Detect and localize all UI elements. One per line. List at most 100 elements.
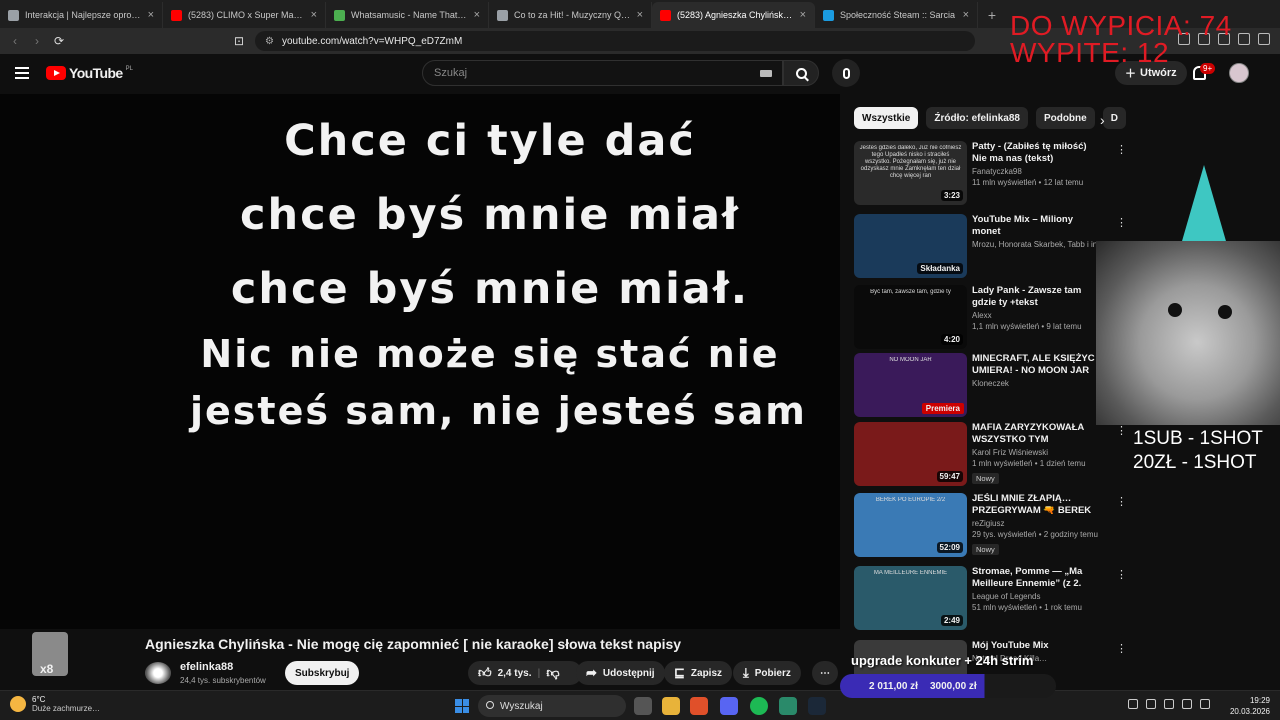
thumbnail-text: BEREK PO EUROPIE 2/2 [875,497,946,503]
search-input[interactable]: Szukaj [422,60,783,86]
chip-all[interactable]: Wszystkie [854,107,919,129]
clock[interactable]: 19:29 20.03.2026 [1230,695,1270,717]
address-bar[interactable]: ⚙ youtube.com/watch?v=WHPQ_eD7ZmM [255,31,975,51]
brave-browser-icon[interactable] [690,697,708,715]
windows-taskbar: 6°C Duże zachmurze… Wyszukaj 19:29 20.03… [0,690,1280,720]
save-button[interactable]: ⊑ Zapisz [664,661,733,685]
browser-tab[interactable]: Interakcja | Najlepsze oprogramowa… × [0,2,163,28]
recommendation-meta: JEŚLI MNIE ZŁAPIĄ… PRZEGRYWAM 🔫 BEREK PO… [972,493,1102,557]
browser-tab[interactable]: Co to za Hit! - Muzyczny Quiz Hip-H… × [489,2,652,28]
more-vertical-icon[interactable]: ⋮ [1116,216,1127,229]
bookmark-icon[interactable]: ⊡ [228,34,250,48]
chip-more[interactable]: D [1102,107,1126,129]
like-count[interactable]: 2,4 tys. [498,668,532,679]
hamburger-menu-icon[interactable] [15,67,29,79]
back-button[interactable]: ‹ [4,34,26,48]
share-button[interactable]: ➦ Udostępnij [576,661,665,685]
recommendation-thumbnail[interactable]: Być tam, zawsze tam, gdzie ty 4:20 [854,285,967,349]
recommendation-meta: MINECRAFT, ALE KSIĘŻYC UMIERA! - NO MOON… [972,353,1102,388]
rules-line-2: 20ZŁ - 1SHOT [1133,452,1257,473]
lyric-line: jesteś sam, nie jesteś sam [190,389,807,433]
recommendation-item[interactable]: Być tam, zawsze tam, gdzie ty 4:20 Lady Pa… [854,285,1127,349]
more-vertical-icon[interactable]: ⋮ [1116,642,1127,655]
filter-chips: Wszystkie Źródło: efelinka88 Podobne D [854,107,1126,129]
recommendation-item[interactable]: 59:47 MAFIA ZARYZYKOWAŁA WSZYSTKO TYM KŁA… [854,422,1127,486]
duration-badge: 52:09 [936,542,963,553]
recommendation-item[interactable]: Jesteś gdzieś daleko, Już nie cofniesz t… [854,141,1127,205]
subscribe-button[interactable]: Subskrybuj [285,661,360,685]
save-label: Zapisz [690,667,723,679]
youtube-logo[interactable]: YouTube PL [46,65,133,81]
recommendation-meta: MAFIA ZARYZYKOWAŁA WSZYSTKO TYM KŁAMSTWE… [972,422,1102,486]
clock-time: 19:29 [1249,696,1270,705]
tray-chevron-icon[interactable] [1128,699,1138,709]
recommendation-item[interactable]: Składanka YouTube Mix – Miliony monet Mroz… [854,214,1127,278]
account-avatar[interactable] [1229,63,1249,83]
close-tab-icon[interactable]: × [963,9,969,21]
recommendation-channel: League of Legends [972,592,1041,601]
wifi-icon[interactable] [1182,699,1192,709]
more-vertical-icon[interactable]: ⋮ [1116,143,1127,156]
thumbnail-text: NO MOON JAR [889,357,932,363]
app-icon[interactable] [779,697,797,715]
thumbnail-text: Jesteś gdzieś daleko, Już nie cofniesz t… [859,145,962,179]
recommendation-thumbnail[interactable]: NO MOON JAR Premiera [854,353,967,417]
browser-tab[interactable]: (5283) Agnieszka Chylińska - … × [652,2,815,28]
recommendation-thumbnail[interactable]: MA MEILLEURE ENNEMIE 2:49 [854,566,967,630]
browser-tab[interactable]: (5283) CLIMO x Super Mario - 67 (Or… × [163,2,326,28]
spotify-icon[interactable] [750,697,768,715]
recommendation-item[interactable]: BEREK PO EUROPIE 2/2 52:09 JEŚLI MNIE ZŁAP… [854,493,1127,557]
close-tab-icon[interactable]: × [311,9,317,21]
recommendation-thumbnail[interactable]: Jesteś gdzieś daleko, Już nie cofniesz t… [854,141,967,205]
voice-search-button[interactable] [832,59,860,87]
file-explorer-icon[interactable] [662,697,680,715]
recommendation-title: Stromae, Pomme — „Ma Meilleure Ennemie” … [972,566,1083,589]
site-info-icon[interactable]: ⚙ [265,36,274,47]
recommendation-title: JEŚLI MNIE ZŁAPIĄ… PRZEGRYWAM 🔫 BEREK PO… [972,493,1092,516]
forward-button[interactable]: › [26,34,48,48]
volume-icon[interactable] [1200,699,1210,709]
search-button[interactable] [783,60,819,86]
dislike-icon[interactable]: 👎︎ [546,665,559,681]
recommendation-item[interactable]: MA MEILLEURE ENNEMIE 2:49 Stromae, Pomme —… [854,566,1127,630]
duration-badge: 2:49 [940,615,963,626]
network-icon[interactable] [1146,699,1156,709]
like-icon[interactable]: 👍︎ [478,665,492,681]
task-view-icon[interactable] [634,697,652,715]
browser-tab[interactable]: Społeczność Steam :: Sarcia × [815,2,978,28]
steam-icon[interactable] [808,697,826,715]
lyric-line: chce byś mnie miał [240,190,740,240]
download-button[interactable]: ⤓ Pobierz [733,661,801,685]
menu-icon[interactable] [1258,33,1270,45]
close-tab-icon[interactable]: × [474,9,480,21]
taskbar-search[interactable]: Wyszukaj [478,695,626,717]
close-tab-icon[interactable]: × [800,9,806,21]
close-tab-icon[interactable]: × [637,9,643,21]
microphone-tray-icon[interactable] [1164,699,1174,709]
recommendation-thumbnail[interactable]: BEREK PO EUROPIE 2/2 52:09 [854,493,967,557]
more-vertical-icon[interactable]: ⋮ [1116,424,1127,437]
more-vertical-icon[interactable]: ⋮ [1116,568,1127,581]
weather-widget[interactable]: 6°C Duże zachmurze… [10,695,100,713]
chip-source[interactable]: Źródło: efelinka88 [926,107,1028,129]
recommendation-thumbnail[interactable]: 59:47 [854,422,967,486]
discord-icon[interactable] [720,697,738,715]
reload-button[interactable]: ⟳ [48,34,70,48]
tab-title: Społeczność Steam :: Sarcia [840,10,956,20]
tab-favicon-icon [660,9,671,21]
channel-name[interactable]: efelinka88 [180,661,233,673]
keyboard-icon[interactable] [760,70,772,77]
close-tab-icon[interactable]: × [148,9,154,21]
like-dislike-group: 👍︎ 2,4 tys. | 👎︎ [468,661,582,685]
chevron-right-icon[interactable]: › [1100,112,1105,128]
more-vertical-icon[interactable]: ⋮ [1116,495,1127,508]
chip-similar[interactable]: Podobne [1035,107,1095,129]
start-button[interactable] [455,699,469,713]
extension-icon[interactable] [1238,33,1250,45]
browser-tab[interactable]: Whatsamusic - Name That Tune, Gue… × [326,2,489,28]
channel-avatar[interactable] [145,662,171,684]
more-actions-button[interactable]: ⋯ [812,661,838,685]
recommendation-item[interactable]: NO MOON JAR Premiera MINECRAFT, ALE KSIĘŻY… [854,353,1127,417]
new-tab-button[interactable]: + [978,2,1006,28]
recommendation-thumbnail[interactable]: Składanka [854,214,967,278]
